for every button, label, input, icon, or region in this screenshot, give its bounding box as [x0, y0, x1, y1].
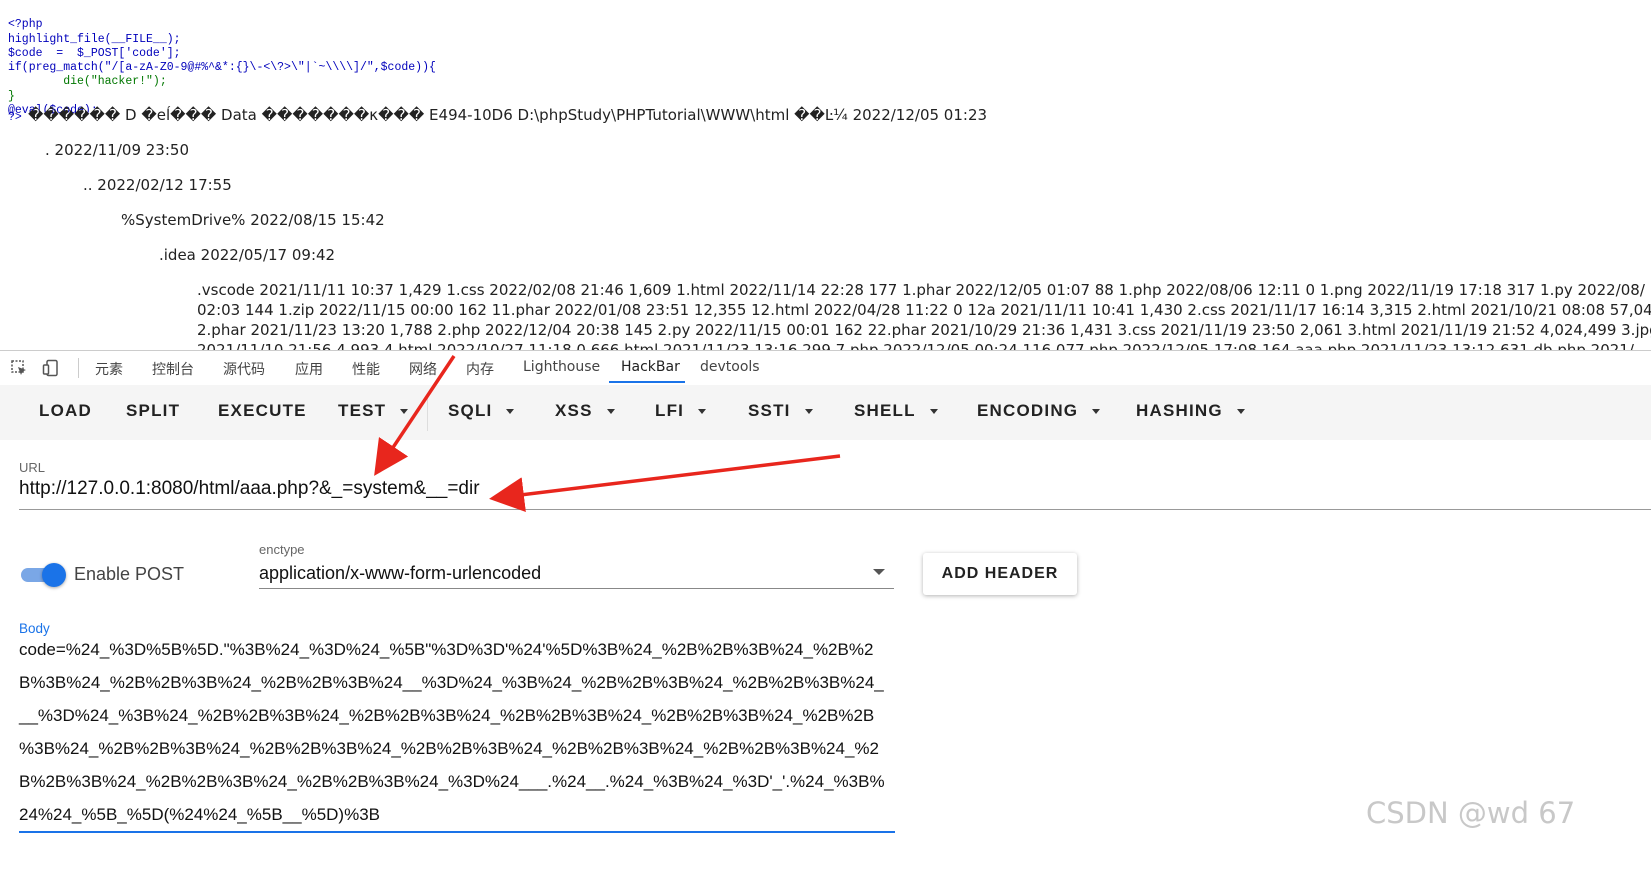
code-line: <?php	[8, 18, 43, 32]
watermark: CSDN @wd 67	[1366, 796, 1576, 830]
tab-performance[interactable]: 性能	[352, 359, 380, 379]
hashing-menu-label: HASHING	[1136, 401, 1223, 420]
page-output: <?php highlight_file(__FILE__); $code = …	[0, 0, 1651, 362]
tab-sources[interactable]: 源代码	[223, 359, 265, 379]
xss-menu-label: XSS	[555, 401, 593, 420]
dropdown-arrow-icon[interactable]	[873, 569, 885, 575]
encoding-menu-label: ENCODING	[977, 401, 1079, 420]
tab-console[interactable]: 控制台	[152, 359, 194, 379]
body-line: %3B%24_%2B%2B%3B%24_%2B%2B%3B%24_%2B%2B%…	[19, 739, 879, 758]
tab-application[interactable]: 应用	[295, 359, 323, 379]
body-label: Body	[19, 621, 50, 636]
enctype-underline	[259, 588, 894, 589]
inspect-element-icon[interactable]	[10, 359, 28, 377]
xss-menu-button[interactable]: XSS	[555, 401, 615, 421]
body-textarea-underline	[19, 831, 895, 833]
tab-devtools[interactable]: devtools	[700, 359, 760, 375]
sqli-menu-label: SQLI	[448, 401, 493, 420]
code-line: }	[8, 89, 15, 103]
url-label: URL	[19, 460, 46, 475]
shell-menu-button[interactable]: SHELL	[854, 401, 938, 421]
chevron-down-icon	[1092, 409, 1101, 415]
shell-menu-label: SHELL	[854, 401, 916, 420]
active-tab-indicator	[609, 381, 685, 383]
sqli-menu-button[interactable]: SQLI	[448, 401, 515, 421]
device-toolbar-icon[interactable]	[42, 359, 60, 377]
url-input[interactable]: http://127.0.0.1:8080/html/aaa.php?&_=sy…	[19, 478, 480, 500]
encoding-menu-button[interactable]: ENCODING	[977, 401, 1101, 421]
code-line: $code = $_POST['code'];	[8, 46, 181, 60]
tab-network[interactable]: 网络	[409, 359, 437, 379]
devtools-tab-bar: 元素 控制台 源代码 应用 性能 网络 内存 Lighthouse HackBa…	[0, 350, 1651, 386]
php-source-code: <?php highlight_file(__FILE__); $code = …	[8, 4, 436, 118]
tab-elements[interactable]: 元素	[95, 359, 123, 379]
tab-lighthouse[interactable]: Lighthouse	[523, 359, 600, 375]
code-line: die("hacker!");	[8, 75, 167, 89]
dir-entry: .idea 2022/05/17 09:42	[159, 246, 336, 264]
php-close-tag: ?>	[8, 111, 22, 124]
add-header-button[interactable]: ADD HEADER	[923, 553, 1077, 595]
file-listing-line: .vscode 2021/11/11 10:37 1,429 1.css 202…	[197, 281, 1645, 299]
chevron-down-icon	[1236, 409, 1245, 415]
dir-header: ������ D �eĺ��� Data �������κ��� E494-10…	[28, 106, 988, 124]
lfi-menu-label: LFI	[655, 401, 685, 420]
test-menu-label: TEST	[338, 401, 387, 420]
tab-hackbar[interactable]: HackBar	[621, 359, 680, 375]
toggle-knob	[42, 563, 66, 587]
dir-entry: %SystemDrive% 2022/08/15 15:42	[121, 211, 385, 229]
split-button[interactable]: SPLIT	[126, 401, 180, 421]
tab-memory[interactable]: 内存	[466, 359, 494, 379]
chevron-down-icon	[929, 409, 938, 415]
arrow-to-params	[489, 454, 841, 512]
chevron-down-icon	[698, 409, 707, 415]
hackbar-toolbar: LOAD SPLIT EXECUTE TEST SQLI XSS LFI SST…	[0, 385, 1651, 440]
dir-entry: . 2022/11/09 23:50	[45, 141, 189, 159]
lfi-menu-button[interactable]: LFI	[655, 401, 707, 421]
hashing-menu-button[interactable]: HASHING	[1136, 401, 1245, 421]
ssti-menu-button[interactable]: SSTI	[748, 401, 813, 421]
chevron-down-icon	[804, 409, 813, 415]
enable-post-toggle[interactable]	[21, 563, 67, 587]
execute-button[interactable]: EXECUTE	[218, 401, 307, 421]
enctype-label: enctype	[259, 542, 305, 557]
dir-entry: .. 2022/02/12 17:55	[83, 176, 232, 194]
ssti-menu-label: SSTI	[748, 401, 791, 420]
chevron-down-icon	[506, 409, 515, 415]
chevron-down-icon	[606, 409, 615, 415]
enctype-select[interactable]: application/x-www-form-urlencoded	[259, 563, 541, 584]
code-line: highlight_file(__FILE__);	[8, 32, 181, 46]
tab-divider	[78, 358, 79, 378]
code-line: if(preg_match("/[a-zA-Z0-9@#%^&*:{}\-<\?…	[8, 61, 436, 75]
file-listing-line: 02:03 144 1.zip 2022/11/15 00:00 162 11.…	[197, 301, 1651, 319]
file-listing-line: 2.phar 2021/11/23 13:20 1,788 2.php 2022…	[197, 321, 1651, 339]
body-line: 24%24_%5B_%5D(%24%24_%5B__%5D)%3B	[19, 805, 381, 824]
body-line: __%3D%24_%3B%24_%2B%2B%3B%24_%2B%2B%3B%2…	[19, 706, 875, 725]
body-line: B%3B%24_%2B%2B%3B%24_%2B%2B%3B%24__%3D%2…	[19, 673, 884, 692]
load-button[interactable]: LOAD	[39, 401, 92, 421]
enable-post-label: Enable POST	[74, 564, 185, 584]
url-input-underline	[19, 509, 1651, 510]
toolbar-divider	[427, 393, 428, 431]
body-line: B%2B%3B%24_%2B%2B%3B%24_%2B%2B%3B%24_%3D…	[19, 772, 885, 791]
body-line: code=%24_%3D%5B%5D."%3B%24_%3D%24_%5B"%3…	[19, 640, 874, 659]
test-menu-button[interactable]: TEST	[338, 401, 409, 421]
chevron-down-icon	[400, 409, 409, 415]
